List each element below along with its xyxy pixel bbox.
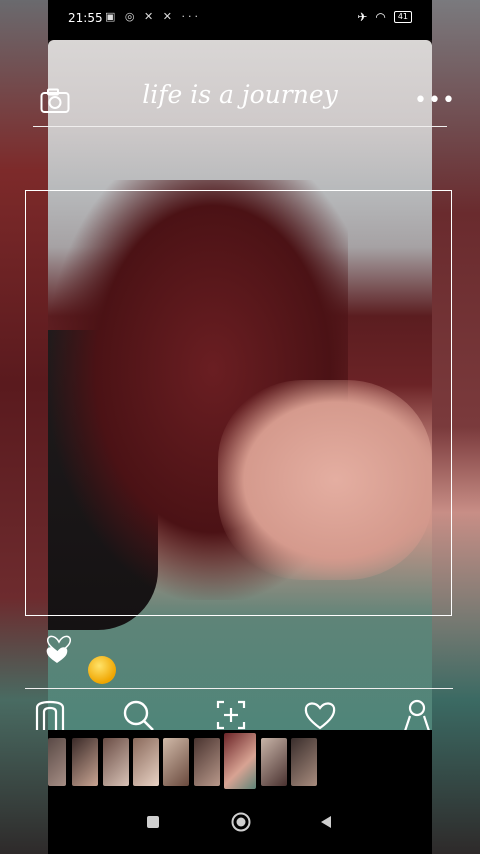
gallery-strip <box>48 730 432 792</box>
notification-icons: ▣ ◎ ✕ ✕ ··· <box>105 10 201 23</box>
gallery-thumbnail[interactable] <box>48 738 66 786</box>
gallery-thumbnail[interactable] <box>133 738 159 786</box>
system-nav-bar <box>48 792 432 854</box>
app-icon: ✕ <box>144 10 157 23</box>
recents-button[interactable] <box>145 814 161 830</box>
more-icon[interactable]: ••• <box>414 90 456 112</box>
gallery-thumbnail[interactable] <box>261 738 287 786</box>
page-title: life is a journey <box>142 80 338 109</box>
photo-frame[interactable] <box>25 190 452 616</box>
nav-divider <box>25 688 453 689</box>
system-icons: ✈ ◠ 41 <box>357 10 412 24</box>
wifi-icon: ◠ <box>375 10 386 24</box>
battery-icon: 41 <box>393 11 412 23</box>
heart-icon[interactable] <box>44 628 74 664</box>
gallery-thumbnail[interactable] <box>291 738 317 786</box>
sun-emoji[interactable] <box>88 656 116 684</box>
status-bar: 21:55 ▣ ◎ ✕ ✕ ··· ✈ ◠ 41 <box>48 0 432 40</box>
gallery-thumbnail-selected[interactable] <box>224 733 256 789</box>
search-icon[interactable] <box>121 698 155 732</box>
airplane-icon: ✈ <box>357 10 368 24</box>
whatsapp-icon: ◎ <box>124 10 138 23</box>
heart-icon[interactable] <box>303 698 337 732</box>
notification-icon: ▣ <box>105 10 119 23</box>
gallery-thumbnail[interactable] <box>72 738 98 786</box>
profile-icon[interactable] <box>400 698 434 732</box>
more-notifications-icon: ··· <box>181 10 201 23</box>
add-post-icon[interactable] <box>214 698 248 732</box>
gallery-thumbnail[interactable] <box>103 738 129 786</box>
header-divider <box>33 126 447 127</box>
gallery-thumbnail[interactable] <box>194 738 220 786</box>
home-icon[interactable] <box>33 698 67 732</box>
gallery-thumbnail[interactable] <box>163 738 189 786</box>
home-button[interactable] <box>230 811 252 833</box>
app-icon: ✕ <box>162 10 175 23</box>
status-time: 21:55 <box>68 11 103 25</box>
back-button[interactable] <box>318 814 334 830</box>
